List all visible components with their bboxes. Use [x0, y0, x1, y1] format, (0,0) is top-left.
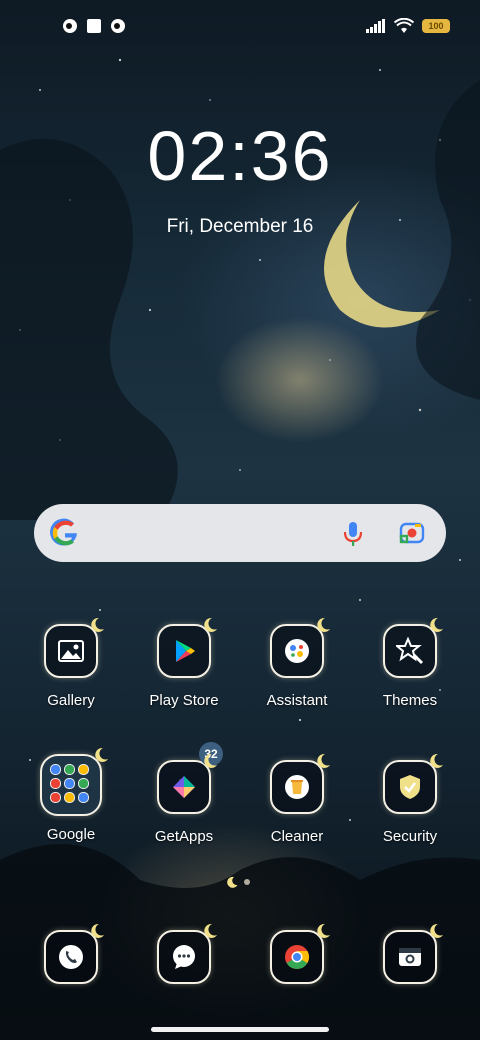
moon-decoration-icon: [430, 923, 443, 938]
folder-icon: [40, 747, 108, 816]
dock-messages[interactable]: [134, 923, 234, 984]
microphone-icon[interactable]: [340, 520, 366, 548]
mini-app-icon: [64, 778, 75, 789]
dock-chrome[interactable]: [247, 923, 347, 984]
app-label: Gallery: [47, 692, 95, 709]
wifi-icon: [394, 18, 414, 33]
app-label: Cleaner: [270, 828, 324, 845]
moon-decoration-icon: [204, 923, 217, 938]
messages-icon: [157, 923, 217, 984]
phone-icon: [44, 923, 104, 984]
app-play-store[interactable]: Play Store: [134, 617, 234, 709]
play-store-icon: [157, 617, 217, 678]
moon-decoration-icon: [317, 923, 330, 938]
moon-decoration-icon: [317, 617, 330, 632]
page-dot: [244, 879, 250, 885]
app-label: Assistant: [266, 692, 328, 709]
getapps-icon: 32: [157, 742, 223, 814]
moon-decoration-icon: [95, 747, 108, 762]
status-right-icons: 100: [366, 18, 450, 34]
security-icon: [383, 753, 443, 814]
app-getapps[interactable]: 32 GetApps: [134, 742, 234, 845]
app-gallery[interactable]: Gallery: [21, 617, 121, 709]
signal-icon: [366, 19, 385, 33]
status-left-icons: [62, 18, 126, 34]
mini-app-icon: [64, 764, 75, 775]
app-label: Google: [46, 826, 96, 843]
mini-app-icon: [64, 792, 75, 803]
app-security[interactable]: Security: [360, 753, 460, 845]
mini-app-icon: [50, 792, 61, 803]
dock-camera[interactable]: [360, 923, 460, 984]
moon-decoration-icon: [430, 753, 443, 768]
app-label: Themes: [382, 692, 438, 709]
page-indicator[interactable]: [226, 876, 250, 888]
moon-page-indicator-icon: [227, 876, 238, 888]
mini-app-icon: [50, 764, 61, 775]
app-label: Security: [382, 828, 438, 845]
moon-decoration-icon: [430, 617, 443, 632]
moon-decoration-icon: [317, 753, 330, 768]
app-themes[interactable]: Themes: [360, 617, 460, 709]
notification-icon: [111, 19, 125, 33]
battery-icon: 100: [422, 19, 450, 33]
mini-app-icon: [78, 778, 89, 789]
assistant-icon: [270, 617, 330, 678]
dock-phone[interactable]: [21, 923, 121, 984]
lockscreen-clock[interactable]: 02:36: [0, 116, 480, 196]
google-g-icon: [50, 518, 77, 546]
mini-app-icon: [78, 764, 89, 775]
app-label: Play Store: [149, 692, 219, 709]
lockscreen-date[interactable]: Fri, December 16: [0, 216, 480, 238]
chrome-icon: [270, 923, 330, 984]
cleaner-icon: [270, 753, 330, 814]
themes-icon: [383, 617, 443, 678]
mini-app-icon: [50, 778, 61, 789]
moon-decoration-icon: [91, 923, 104, 938]
home-gesture-bar[interactable]: [151, 1027, 329, 1032]
lens-camera-icon[interactable]: [398, 519, 426, 547]
app-cleaner[interactable]: Cleaner: [247, 753, 347, 845]
moon-decoration-icon: [204, 753, 217, 768]
app-assistant[interactable]: Assistant: [247, 617, 347, 709]
app-label: GetApps: [154, 828, 214, 845]
moon-decoration-icon: [204, 617, 217, 632]
status-bar: 100: [0, 14, 480, 42]
gallery-icon: [44, 617, 104, 678]
folder-google[interactable]: Google: [21, 747, 121, 843]
camera-icon: [383, 923, 443, 984]
moon-decoration-icon: [91, 617, 104, 632]
notification-icon: [63, 19, 77, 33]
square-notification-icon: [87, 19, 101, 33]
mini-app-icon: [78, 792, 89, 803]
google-search-bar[interactable]: [34, 504, 446, 562]
